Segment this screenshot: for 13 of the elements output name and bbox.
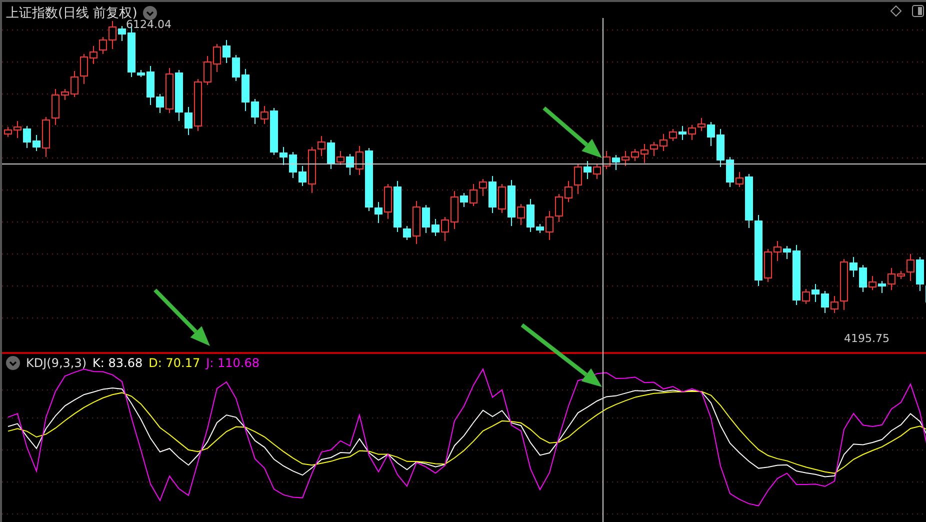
pointer-arrow bbox=[542, 106, 602, 158]
high-price-label: 6124.04 bbox=[126, 18, 172, 31]
chart-title: 上证指数(日线 前复权) bbox=[6, 5, 138, 21]
indicator-name: KDJ(9,3,3) bbox=[26, 356, 87, 370]
pointer-arrow bbox=[154, 288, 210, 346]
diamond-icon[interactable] bbox=[890, 5, 902, 17]
indicator-value: D: 70.17 bbox=[148, 356, 200, 370]
dropdown-icon[interactable] bbox=[143, 6, 158, 20]
low-price-label: 4195.75 bbox=[844, 332, 890, 345]
indicator-value: J: 110.68 bbox=[206, 356, 260, 370]
collapse-icon[interactable] bbox=[6, 356, 20, 370]
panel-toggle-icon[interactable] bbox=[912, 5, 924, 17]
indicator-value: K: 83.68 bbox=[92, 356, 143, 370]
